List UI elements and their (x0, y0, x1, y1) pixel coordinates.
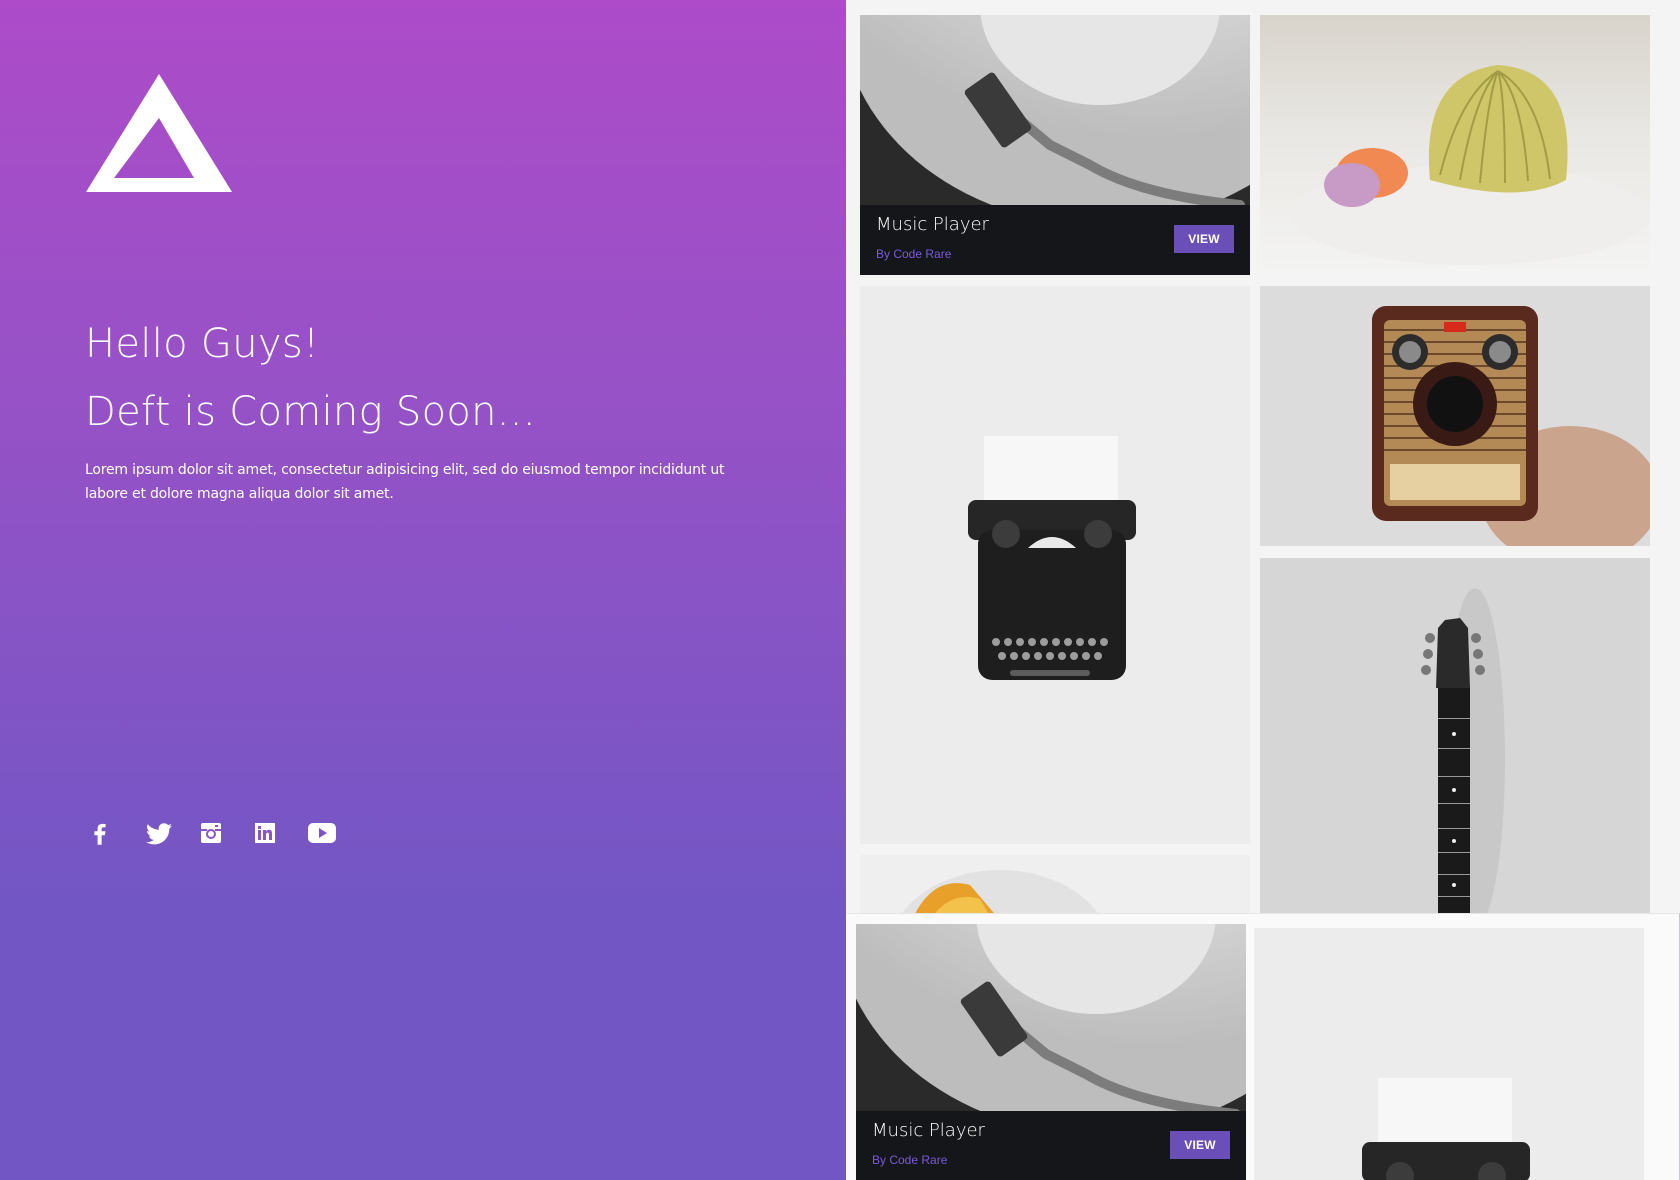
social-links (92, 822, 362, 852)
hero-panel: Hello Guys! Deft is Coming Soon... Lorem… (0, 0, 846, 1180)
bowl-image (860, 855, 1250, 920)
hero-description: Lorem ipsum dolor sit amet, consectetur … (85, 462, 725, 502)
gallery-tile-typewriter[interactable] (860, 286, 1250, 844)
typewriter-image (860, 286, 1250, 844)
gallery-overlay-panel: Music Player By Code Rare VIEW (846, 913, 1680, 1180)
view-button[interactable]: VIEW (1170, 1131, 1230, 1159)
hero-heading: Hello Guys! Deft is Coming Soon... (85, 310, 536, 446)
triangle-logo-icon[interactable] (86, 74, 232, 192)
portfolio-gallery: Music Player By Code Rare VIEW Music Pla… (846, 0, 1680, 1180)
seashells-image (1260, 15, 1650, 275)
gallery-tile-guitar[interactable] (1260, 558, 1650, 918)
youtube-icon[interactable] (308, 822, 362, 852)
overlay-tile-music-player[interactable]: Music Player By Code Rare VIEW (856, 924, 1246, 1180)
instagram-icon[interactable] (200, 822, 254, 852)
twitter-icon[interactable] (146, 822, 200, 852)
tile-caption: Music Player By Code Rare VIEW (856, 1111, 1246, 1180)
guitar-image (1260, 558, 1650, 918)
view-button[interactable]: VIEW (1174, 225, 1234, 253)
hero-title-line2: Deft is Coming Soon... (85, 389, 536, 435)
gallery-tile-camera[interactable] (1260, 286, 1650, 546)
linkedin-icon[interactable] (254, 822, 308, 852)
overlay-tile-typewriter[interactable] (1254, 928, 1644, 1180)
camera-image (1260, 286, 1650, 546)
typewriter-image (1254, 928, 1644, 1180)
facebook-icon[interactable] (92, 822, 146, 852)
tile-caption: Music Player By Code Rare VIEW (860, 205, 1250, 275)
gallery-tile-bowl[interactable] (860, 855, 1250, 920)
hero-title-line1: Hello Guys! (85, 321, 320, 367)
gallery-tile-seashells[interactable] (1260, 15, 1650, 275)
gallery-tile-music-player[interactable]: Music Player By Code Rare VIEW (860, 15, 1250, 275)
